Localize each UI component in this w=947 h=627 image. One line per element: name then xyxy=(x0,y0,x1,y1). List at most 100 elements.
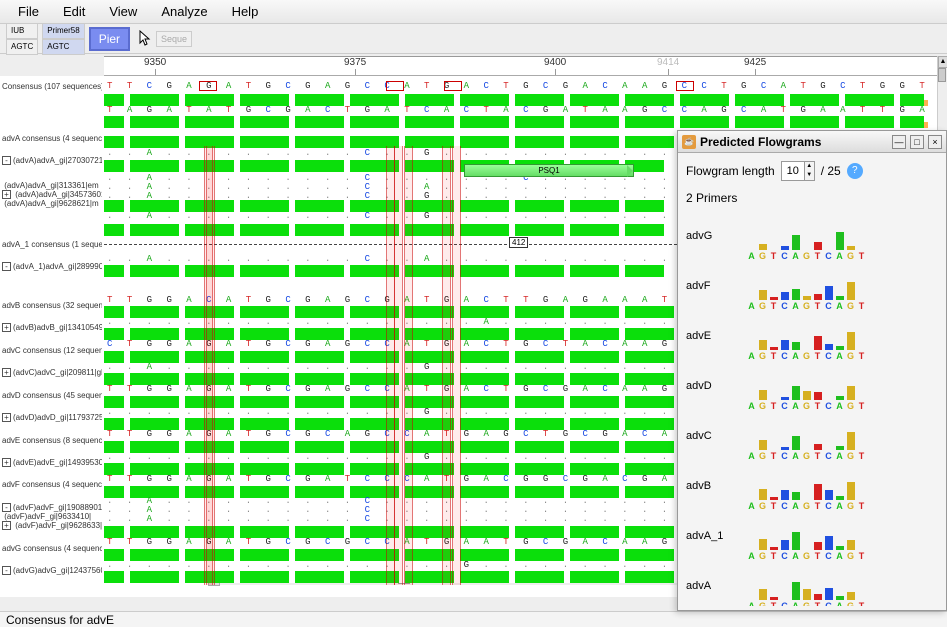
flowgram-name: advA_1 xyxy=(686,530,746,542)
flowgram-name: advA xyxy=(686,580,746,592)
flowgram-length-input[interactable] xyxy=(782,162,804,180)
primer-psq1[interactable]: PSQ1 xyxy=(464,164,634,177)
menu-help[interactable]: Help xyxy=(220,0,271,23)
flowgram-bars: AGTCAGTCAGT xyxy=(746,571,867,606)
track-label[interactable]: -(advA_1)advA_gi|2899909 xyxy=(2,262,102,271)
seq-button[interactable]: Seque xyxy=(156,31,192,47)
variant-column xyxy=(452,146,461,585)
tree-toggle[interactable]: + xyxy=(2,368,11,377)
track-sidebar: Consensus (107 sequences) advA consensus … xyxy=(0,76,104,597)
panel-titlebar[interactable]: ☕ Predicted Flowgrams — □ × xyxy=(678,131,946,153)
track-label[interactable]: +(advC)advC_gi|209811|gb xyxy=(2,368,102,377)
track-label[interactable]: + (advF)advF_gi|9628633|m xyxy=(2,521,102,530)
tree-toggle[interactable]: - xyxy=(2,503,11,512)
track-label[interactable]: +(advE)advE_gi|149395306 xyxy=(2,458,102,467)
track-label[interactable]: + (advA)advA_gi|34573601 xyxy=(2,190,102,199)
track-label[interactable]: advB consensus (32 sequenc xyxy=(2,301,102,310)
ruler-tick: 9425 xyxy=(744,57,766,68)
track-label[interactable]: advD consensus (45 sequenc xyxy=(2,391,102,400)
tree-toggle[interactable]: - xyxy=(2,262,11,271)
track-label[interactable]: (advA)advA_gi|9628621|m xyxy=(2,199,102,208)
maximize-button[interactable]: □ xyxy=(910,135,924,149)
flowgram-row[interactable]: advBAGTCAGTCAGT xyxy=(686,461,942,511)
track-label[interactable]: -(advA)advA_gi|270307218 xyxy=(2,156,102,165)
variant-column xyxy=(394,146,403,585)
agtc-button[interactable]: AGTC xyxy=(6,39,38,55)
tree-toggle[interactable]: + xyxy=(2,190,11,199)
scroll-up[interactable]: ▲ xyxy=(938,56,947,68)
tree-toggle[interactable]: + xyxy=(2,458,11,467)
flowgram-length-max: / 25 xyxy=(821,164,841,178)
flowgram-length-spinner[interactable]: ▲▼ xyxy=(781,161,815,181)
flowgram-bars: AGTCAGTCAGT xyxy=(746,221,867,261)
primer58-button[interactable]: Primer58 xyxy=(42,23,84,39)
flowgram-name: advC xyxy=(686,430,746,442)
flowgram-row[interactable]: advCAGTCAGTCAGT xyxy=(686,411,942,461)
variant-box xyxy=(676,81,694,91)
flowgram-list[interactable]: advGAGTCAGTCAGTadvFAGTCAGTCAGTadvEAGTCAG… xyxy=(686,211,942,606)
flowgram-row[interactable]: advA_1AGTCAGTCAGT xyxy=(686,511,942,561)
flowgram-bars: AGTCAGTCAGT xyxy=(746,271,867,311)
tree-toggle[interactable]: + xyxy=(2,521,11,530)
vscroll-thumb[interactable] xyxy=(938,68,946,82)
pier-button[interactable]: Pier xyxy=(89,27,130,51)
flowgram-name: advE xyxy=(686,330,746,342)
track-label[interactable]: +(advB)advB_gi|134105495 xyxy=(2,323,102,332)
variant-column xyxy=(404,146,413,585)
flowgram-panel[interactable]: ☕ Predicted Flowgrams — □ × Flowgram len… xyxy=(677,130,947,611)
flowgram-row[interactable]: advEAGTCAGTCAGT xyxy=(686,311,942,361)
track-label[interactable]: (advF)advF_gi|9633410| xyxy=(2,512,102,521)
sequence-row: T A G A T A T G C G A C T G A T C A C T … xyxy=(104,105,937,115)
variant-box xyxy=(386,81,404,91)
menu-bar: File Edit View Analyze Help xyxy=(0,0,947,24)
flowgram-bars: AGTCAGTCAGT xyxy=(746,471,867,511)
flowgram-bars: AGTCAGTCAGT xyxy=(746,321,867,361)
flowgram-row[interactable]: advDAGTCAGTCAGT xyxy=(686,361,942,411)
flowgram-bars: AGTCAGTCAGT xyxy=(746,421,867,461)
variant-column xyxy=(442,146,451,585)
ruler: 93509375940094149425 xyxy=(104,56,937,76)
flowgram-name: advB xyxy=(686,480,746,492)
tree-toggle[interactable]: + xyxy=(2,413,11,422)
tree-toggle[interactable]: + xyxy=(2,323,11,332)
track-label[interactable]: -(advF)advF_gi|190889012 xyxy=(2,503,102,512)
ruler-tick: 9375 xyxy=(344,57,366,68)
spin-up[interactable]: ▲ xyxy=(804,162,814,171)
track-label[interactable]: -(advG)advG_gi|124375602 xyxy=(2,566,102,575)
track-label[interactable]: advA consensus (4 sequence xyxy=(2,134,102,143)
primers-label: 2 Primers xyxy=(686,191,938,205)
tree-toggle[interactable]: - xyxy=(2,566,11,575)
menu-view[interactable]: View xyxy=(97,0,149,23)
coverage-bar xyxy=(104,116,937,128)
flowgram-name: advD xyxy=(686,380,746,392)
track-label[interactable]: advE consensus (8 sequence xyxy=(2,436,102,445)
flowgram-length-label: Flowgram length xyxy=(686,164,775,178)
flowgram-row[interactable]: advAAGTCAGTCAGT xyxy=(686,561,942,606)
flowgram-bars: AGTCAGTCAGT xyxy=(746,371,867,411)
iub-button[interactable]: IUB xyxy=(6,23,38,39)
track-label[interactable]: (advA)advA_gi|313361|em xyxy=(2,181,102,190)
track-label[interactable]: +(advD)advD_gi|117937252 xyxy=(2,413,102,422)
menu-file[interactable]: File xyxy=(6,0,51,23)
track-label[interactable]: advA_1 consensus (1 sequen xyxy=(2,240,102,249)
minimize-button[interactable]: — xyxy=(892,135,906,149)
track-label[interactable]: advC consensus (12 sequenc xyxy=(2,346,102,355)
help-icon[interactable]: ? xyxy=(847,163,863,179)
flowgram-row[interactable]: advGAGTCAGTCAGT xyxy=(686,211,942,261)
variant-box xyxy=(199,81,217,91)
agtc2-button[interactable]: AGTC xyxy=(42,39,84,55)
close-button[interactable]: × xyxy=(928,135,942,149)
flowgram-bars: AGTCAGTCAGT xyxy=(746,521,867,561)
spin-down[interactable]: ▼ xyxy=(804,171,814,180)
status-bar: Consensus for advE xyxy=(0,611,947,627)
tree-toggle[interactable]: - xyxy=(2,156,11,165)
ruler-tick: 9414 xyxy=(657,57,679,68)
consensus-label: Consensus (107 sequences) xyxy=(2,82,102,91)
track-label[interactable]: advG consensus (4 sequence xyxy=(2,544,102,553)
track-label[interactable]: advF consensus (4 sequence xyxy=(2,480,102,489)
sequence-row: T T C G A G A T G C G A G C C A T G A C … xyxy=(104,81,937,91)
flowgram-row[interactable]: advFAGTCAGTCAGT xyxy=(686,261,942,311)
menu-analyze[interactable]: Analyze xyxy=(149,0,219,23)
menu-edit[interactable]: Edit xyxy=(51,0,97,23)
flowgram-name: advG xyxy=(686,230,746,242)
